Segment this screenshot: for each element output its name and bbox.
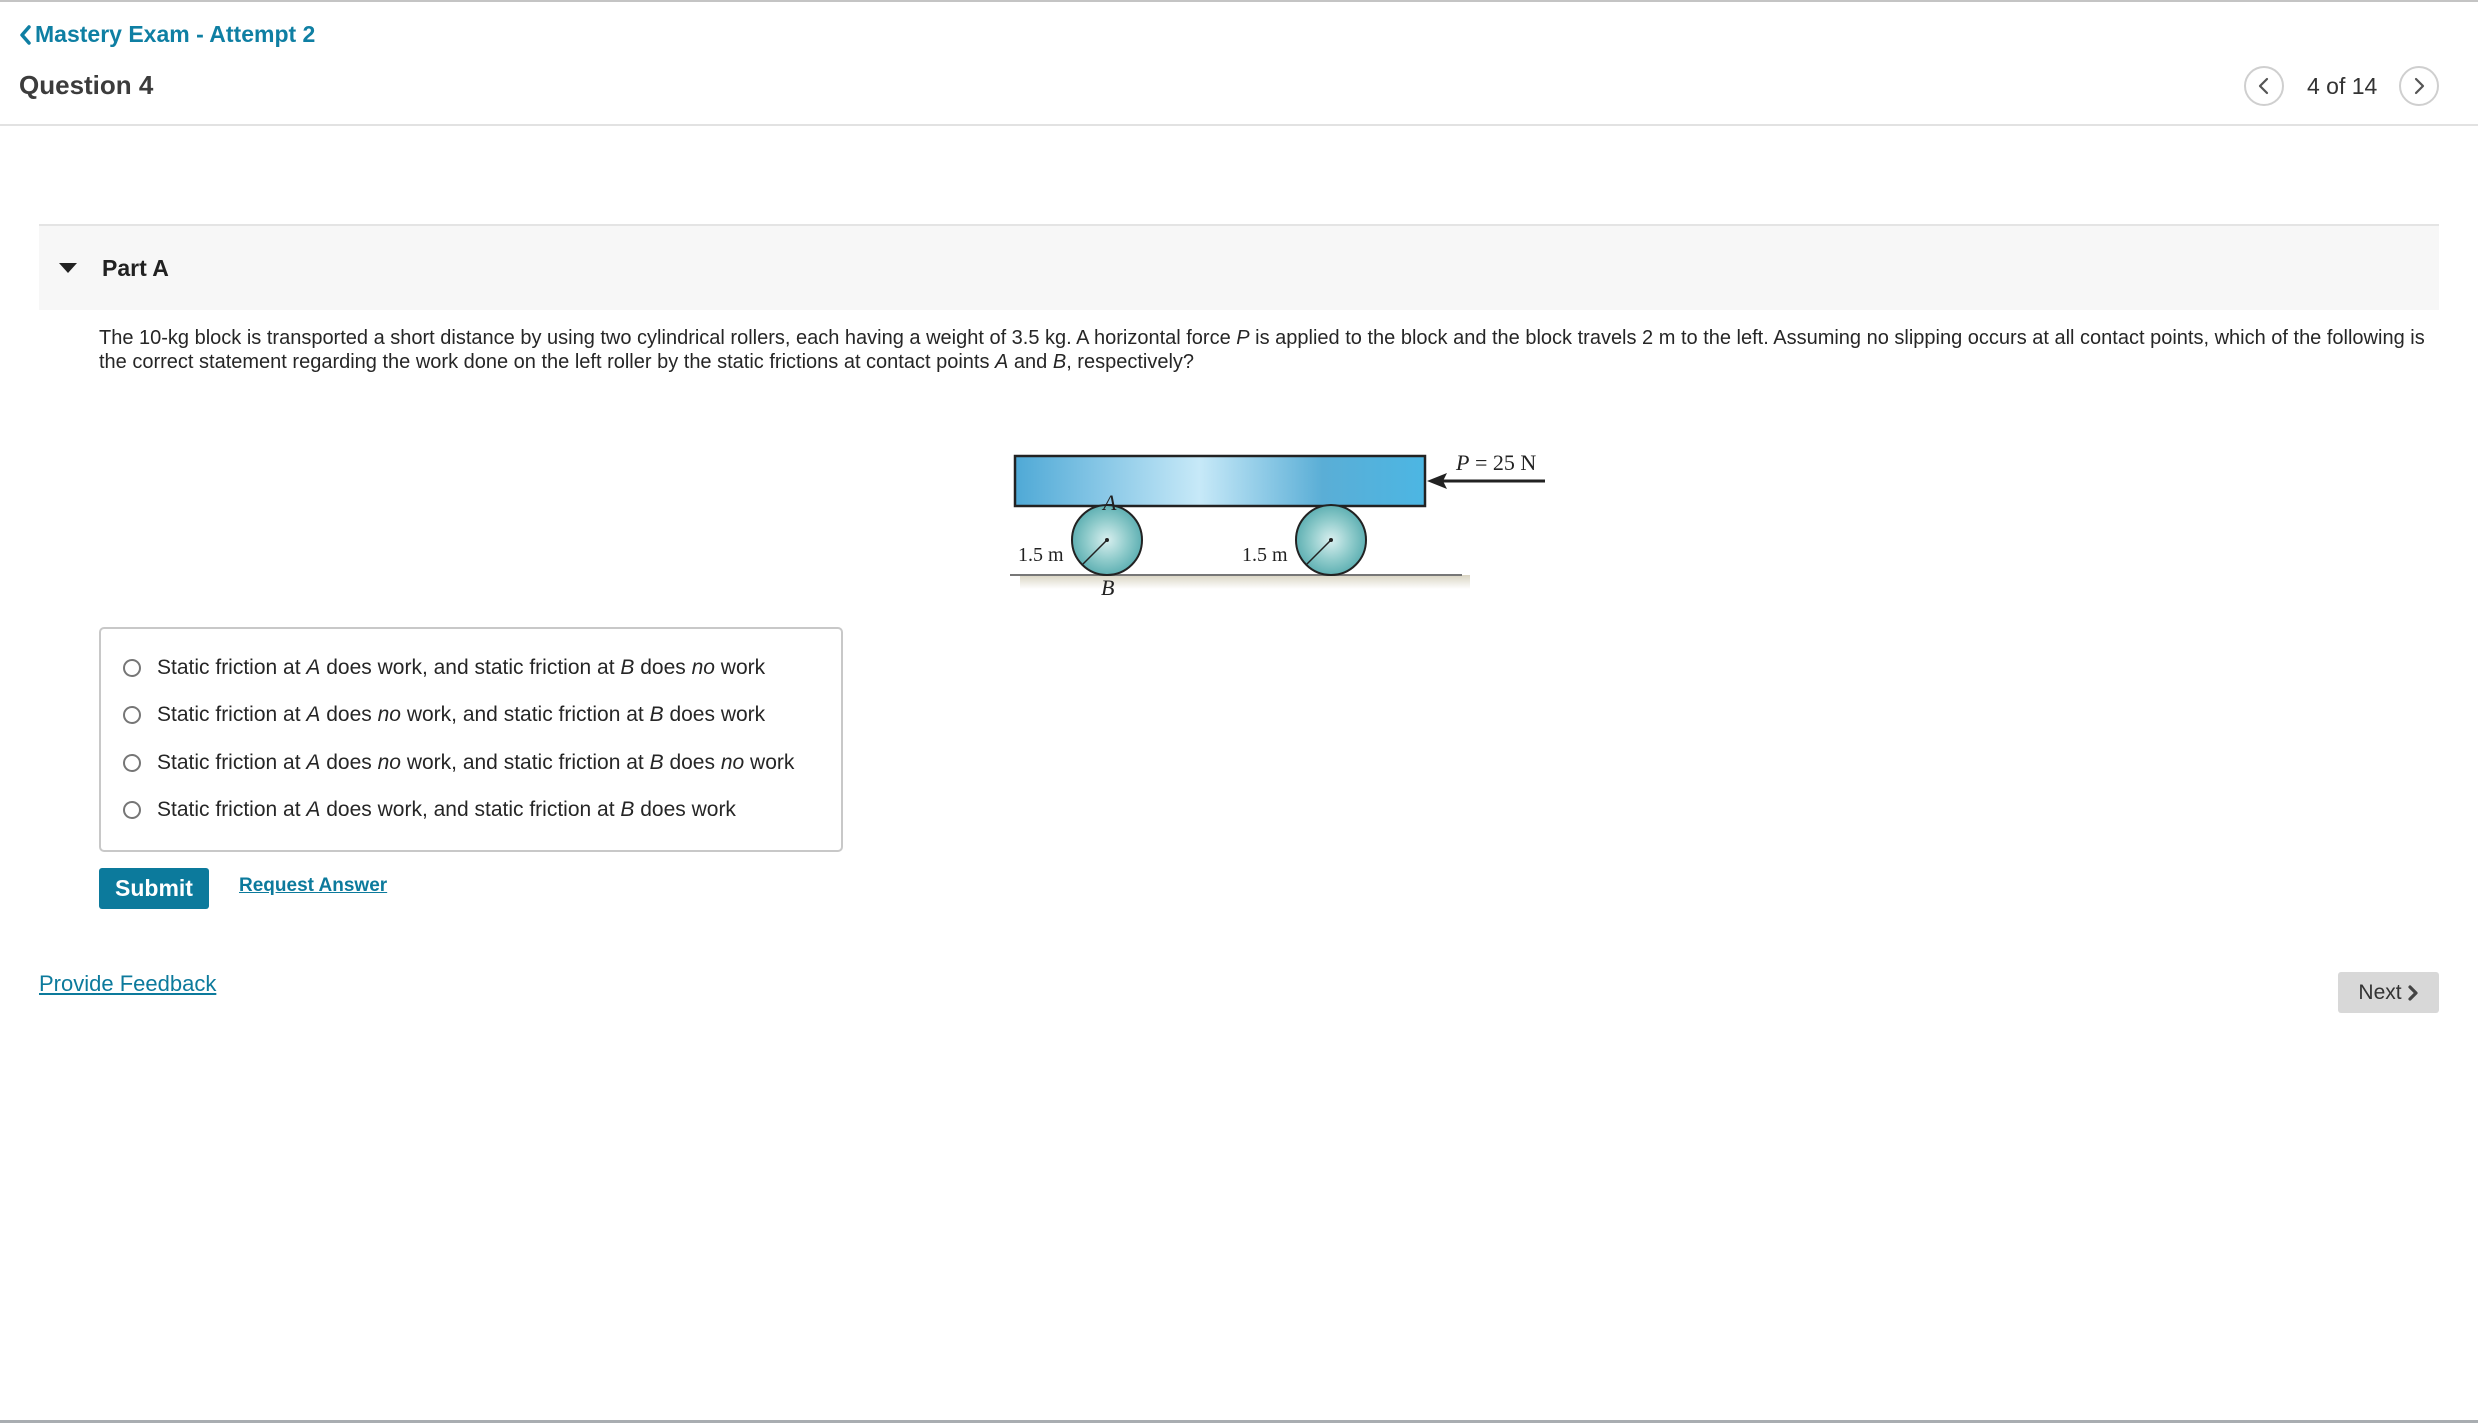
ground-shadow [1020, 575, 1470, 589]
choice-emphasis: A [306, 703, 321, 726]
choice-segment: work, and static friction at [400, 703, 650, 726]
choice-segment: Static friction at [157, 656, 307, 679]
provide-feedback-link[interactable]: Provide Feedback [39, 971, 216, 997]
next-button-label: Next [2358, 980, 2402, 1004]
radio-button[interactable] [123, 754, 141, 772]
choice-emphasis: no [720, 751, 745, 774]
prompt-text: The 10-kg block is transported a short d… [99, 327, 1237, 349]
choice-segment: does [320, 751, 378, 774]
choice-emphasis: A [306, 798, 321, 821]
choice-emphasis: B [649, 703, 664, 726]
answer-choice-4[interactable]: Static friction at A does work, and stat… [123, 798, 736, 822]
choice-emphasis: no [377, 703, 401, 726]
choice-segment: does work, and static friction at [320, 656, 621, 679]
prompt-text: and [1008, 351, 1053, 373]
choice-segment: Static friction at [157, 751, 307, 774]
prompt-variable: P [1236, 327, 1250, 349]
choice-text: Static friction at A does work, and stat… [157, 656, 765, 680]
choice-segment: work [714, 656, 766, 679]
choice-segment: does [320, 703, 378, 726]
chevron-left-icon [2258, 77, 2269, 95]
caret-down-icon [59, 263, 77, 273]
chevron-right-icon [2415, 77, 2425, 95]
answer-choice-2[interactable]: Static friction at A does no work, and s… [123, 703, 765, 727]
force-variable: P [1455, 450, 1469, 475]
back-to-assignment-link[interactable]: Mastery Exam - Attempt 2 [18, 21, 315, 48]
part-a-toggle[interactable]: Part A [39, 224, 2439, 310]
radio-button[interactable] [123, 801, 141, 819]
back-link-label: Mastery Exam - Attempt 2 [35, 21, 316, 47]
choice-text: Static friction at A does no work, and s… [157, 751, 794, 775]
choice-emphasis: A [306, 751, 321, 774]
next-button[interactable]: Next [2338, 972, 2439, 1013]
left-radius-label: 1.5 m [1018, 544, 1064, 566]
choice-segment: does work, and static friction at [320, 798, 621, 821]
choice-emphasis: B [649, 751, 664, 774]
chevron-left-icon [20, 24, 31, 45]
block [1013, 454, 1427, 508]
choice-emphasis: no [377, 751, 401, 774]
choice-segment: does work [634, 798, 736, 821]
submit-button[interactable]: Submit [99, 868, 209, 909]
choice-segment: does [663, 751, 721, 774]
choice-segment: work [744, 751, 795, 774]
prompt-variable: B [1052, 351, 1067, 373]
prompt-variable: A [995, 351, 1009, 373]
choice-segment: Static friction at [157, 798, 307, 821]
part-label: Part A [102, 254, 169, 281]
choice-emphasis: B [620, 798, 635, 821]
question-title: Question 4 [19, 70, 154, 100]
choice-segment: does [634, 656, 692, 679]
choice-emphasis: no [691, 656, 715, 679]
force-label: P = 25 N [1455, 450, 1536, 475]
choice-text: Static friction at A does no work, and s… [157, 703, 765, 727]
answer-choice-3[interactable]: Static friction at A does no work, and s… [123, 751, 794, 775]
answer-choices: Static friction at A does work, and stat… [99, 627, 843, 852]
answer-choice-1[interactable]: Static friction at A does work, and stat… [123, 656, 765, 680]
block-rollers-diagram: 1.5 m 1.5 m A B P = 25 N [1010, 450, 1545, 600]
right-radius-label: 1.5 m [1242, 544, 1288, 566]
choice-segment: Static friction at [157, 703, 307, 726]
prompt-text: , respectively? [1066, 351, 1195, 373]
force-value: = 25 N [1469, 450, 1536, 475]
question-count: 4 of 14 [2307, 72, 2378, 99]
point-b-label: B [1101, 575, 1114, 600]
radio-button[interactable] [123, 659, 141, 677]
question-pager: 4 of 14 [2244, 66, 2440, 106]
choice-emphasis: A [306, 656, 321, 679]
radio-button[interactable] [123, 706, 141, 724]
choice-text: Static friction at A does work, and stat… [157, 798, 736, 822]
choice-segment: does work [663, 703, 766, 726]
chevron-right-icon [2407, 984, 2418, 1001]
previous-question-button[interactable] [2244, 66, 2284, 106]
point-a-label: A [1101, 490, 1117, 515]
question-prompt: The 10-kg block is transported a short d… [99, 326, 2439, 374]
request-answer-link[interactable]: Request Answer [239, 875, 387, 897]
choice-segment: work, and static friction at [400, 751, 650, 774]
choice-emphasis: B [620, 656, 635, 679]
next-question-button[interactable] [2399, 66, 2440, 106]
page-header: Mastery Exam - Attempt 2 Question 4 4 of… [0, 2, 2478, 126]
